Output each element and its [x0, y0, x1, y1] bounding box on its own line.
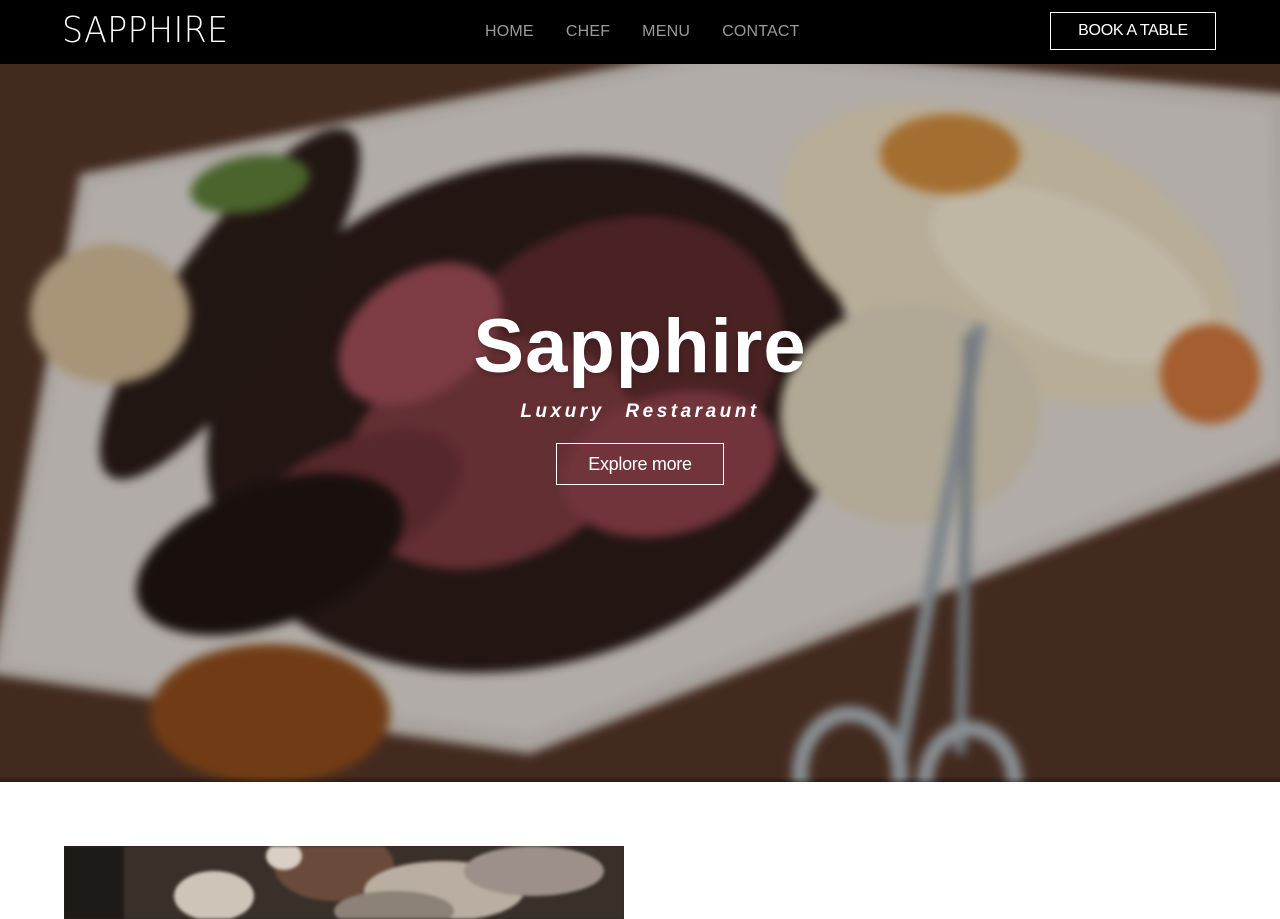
hero-content: Sapphire Luxury Restaraunt Explore more: [0, 64, 1280, 782]
explore-more-button[interactable]: Explore more: [556, 443, 724, 485]
top-navbar: SAPPHIRE HOME CHEF MENU CONTACT BOOK A T…: [0, 0, 1280, 64]
hero-section: Sapphire Luxury Restaraunt Explore more: [0, 64, 1280, 782]
hero-subtitle: Luxury Restaraunt: [520, 401, 760, 422]
nav-links: HOME CHEF MENU CONTACT: [485, 0, 800, 64]
nav-link-chef[interactable]: CHEF: [566, 0, 610, 64]
nav-link-menu[interactable]: MENU: [642, 0, 690, 64]
nav-link-home[interactable]: HOME: [485, 0, 534, 64]
hero-title: Sapphire: [473, 304, 807, 389]
nav-link-contact[interactable]: CONTACT: [722, 0, 800, 64]
site-logo[interactable]: SAPPHIRE: [62, 9, 229, 53]
book-table-button[interactable]: BOOK A TABLE: [1050, 12, 1216, 50]
chef-photo: [64, 846, 624, 919]
